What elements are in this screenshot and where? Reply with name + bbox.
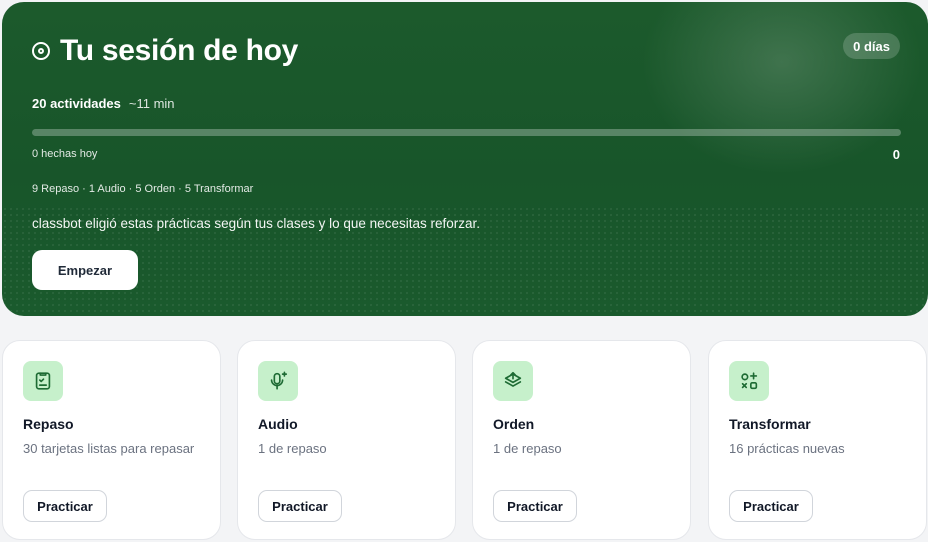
target-icon bbox=[32, 42, 50, 60]
card-subtitle: 1 de repaso bbox=[493, 441, 562, 456]
card-title: Audio bbox=[258, 416, 298, 432]
practice-button-orden[interactable]: Practicar bbox=[493, 490, 577, 522]
practice-card-orden: Orden 1 de repaso Practicar bbox=[472, 340, 691, 540]
session-title: Tu sesión de hoy bbox=[60, 34, 299, 67]
streak-badge: 0 días bbox=[843, 33, 900, 59]
practice-button-repaso[interactable]: Practicar bbox=[23, 490, 107, 522]
activity-count: 20 actividades bbox=[32, 96, 121, 111]
estimated-duration: ~11 min bbox=[128, 96, 175, 111]
done-today-count: 0 bbox=[892, 147, 900, 162]
session-explanation: classbot eligió estas prácticas según tu… bbox=[32, 216, 480, 231]
microphone-sparkle-icon bbox=[258, 361, 298, 401]
practice-card-transformar: Transformar 16 prácticas nuevas Practica… bbox=[708, 340, 927, 540]
card-subtitle: 1 de repaso bbox=[258, 441, 327, 456]
flashcards-icon bbox=[23, 361, 63, 401]
card-subtitle: 16 prácticas nuevas bbox=[729, 441, 845, 456]
done-today-label: 0 hechas hoy bbox=[32, 148, 98, 160]
practice-card-audio: Audio 1 de repaso Practicar bbox=[237, 340, 456, 540]
card-title: Transformar bbox=[729, 416, 811, 432]
card-title: Repaso bbox=[23, 416, 74, 432]
session-header: Tu sesión de hoy bbox=[32, 34, 298, 68]
shapes-transform-icon bbox=[729, 361, 769, 401]
card-subtitle: 30 tarjetas listas para repasar bbox=[23, 441, 195, 456]
start-button[interactable]: Empezar bbox=[32, 250, 138, 290]
practice-button-audio[interactable]: Practicar bbox=[258, 490, 342, 522]
daily-session-card: Tu sesión de hoy 0 días 20 actividades ~… bbox=[2, 2, 928, 316]
layers-stack-icon bbox=[493, 361, 533, 401]
session-summary: 20 actividades ~11 min bbox=[32, 96, 175, 111]
practice-button-transformar[interactable]: Practicar bbox=[729, 490, 813, 522]
practice-card-repaso: Repaso 30 tarjetas listas para repasar P… bbox=[2, 340, 221, 540]
session-progress-bar bbox=[32, 129, 901, 136]
card-title: Orden bbox=[493, 416, 535, 432]
activity-breakdown: 9 Repaso · 1 Audio · 5 Orden · 5 Transfo… bbox=[32, 183, 254, 195]
